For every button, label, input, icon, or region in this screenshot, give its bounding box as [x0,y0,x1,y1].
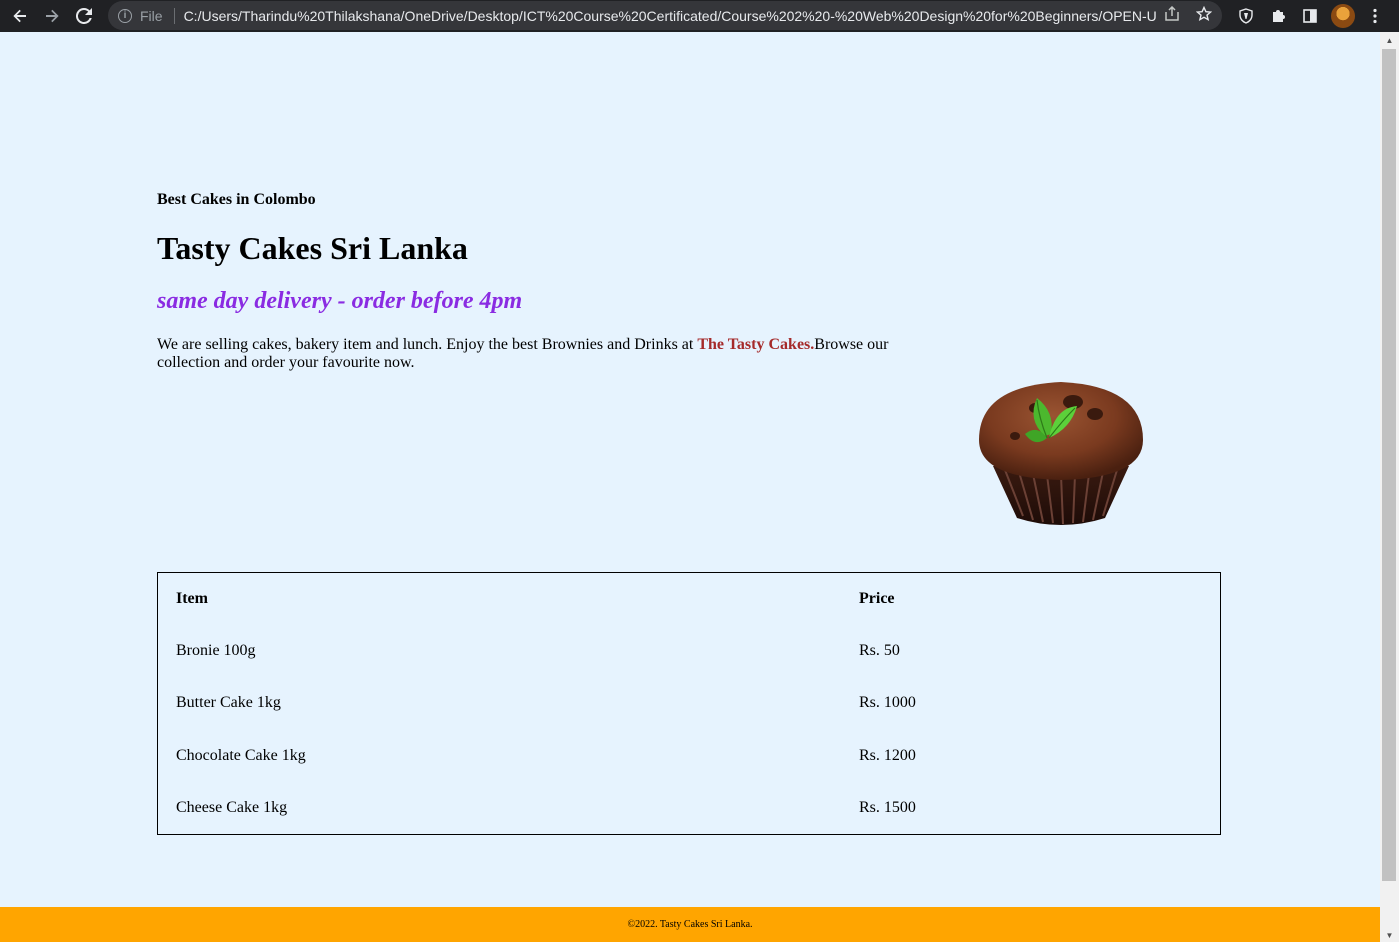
star-icon[interactable] [1188,5,1220,26]
copyright-text: ©2022. Tasty Cakes Sri Lanka. [627,919,753,930]
profile-avatar[interactable] [1331,4,1355,28]
info-icon[interactable]: i [118,8,132,23]
price-cell: Rs. 1200 [859,746,916,764]
price-cell: Rs. 1000 [859,694,916,712]
sidepanel-icon[interactable] [1296,0,1324,32]
item-cell: Butter Cake 1kg [176,694,281,712]
forward-icon[interactable] [36,0,68,32]
shield-icon[interactable] [1232,0,1260,32]
table-row: Cheese Cake 1kg Rs. 1500 [158,782,1220,834]
menu-icon[interactable] [1361,0,1389,32]
puzzle-icon[interactable] [1264,0,1292,32]
scroll-down-arrow-icon[interactable]: ▼ [1380,931,1399,940]
reload-icon[interactable] [68,0,100,32]
vertical-scrollbar[interactable]: ▲ ▼ [1380,32,1399,942]
scroll-up-arrow-icon[interactable]: ▲ [1380,36,1399,45]
item-cell: Chocolate Cake 1kg [176,746,306,764]
file-label: File [140,7,163,24]
separator [173,7,175,24]
price-column-header: Price [859,590,895,608]
price-cell: Rs. 1500 [859,798,916,816]
page-title: Tasty Cakes Sri Lanka [157,230,468,266]
item-cell: Bronie 100g [176,642,256,660]
table-row: Butter Cake 1kg Rs. 1000 [158,677,1220,729]
page-footer: ©2022. Tasty Cakes Sri Lanka. [0,907,1380,942]
cupcake-image [979,382,1143,525]
intro-paragraph: We are selling cakes, bakery item and lu… [157,336,917,372]
item-column-header: Item [176,590,208,608]
price-table: Item Price Bronie 100g Rs. 50 Butter Cak… [157,572,1221,835]
table-header-row: Item Price [158,573,1220,625]
tagline: Best Cakes in Colombo [157,191,316,208]
address-bar[interactable]: i File C:/Users/Tharindu%20Thilakshana/O… [108,1,1222,30]
back-icon[interactable] [4,0,36,32]
table-row: Bronie 100g Rs. 50 [158,625,1220,677]
brand-name: The Tasty Cakes. [697,336,815,353]
scroll-thumb[interactable] [1382,49,1396,881]
price-cell: Rs. 50 [859,642,900,660]
share-icon[interactable] [1156,5,1188,26]
table-row: Chocolate Cake 1kg Rs. 1200 [158,730,1220,782]
item-cell: Cheese Cake 1kg [176,798,288,816]
browser-toolbar: i File C:/Users/Tharindu%20Thilakshana/O… [0,0,1399,32]
intro-text-start: We are selling cakes, bakery item and lu… [157,336,698,353]
delivery-notice: same day delivery - order before 4pm [157,288,523,314]
url-text[interactable]: C:/Users/Tharindu%20Thilakshana/OneDrive… [184,8,1156,24]
